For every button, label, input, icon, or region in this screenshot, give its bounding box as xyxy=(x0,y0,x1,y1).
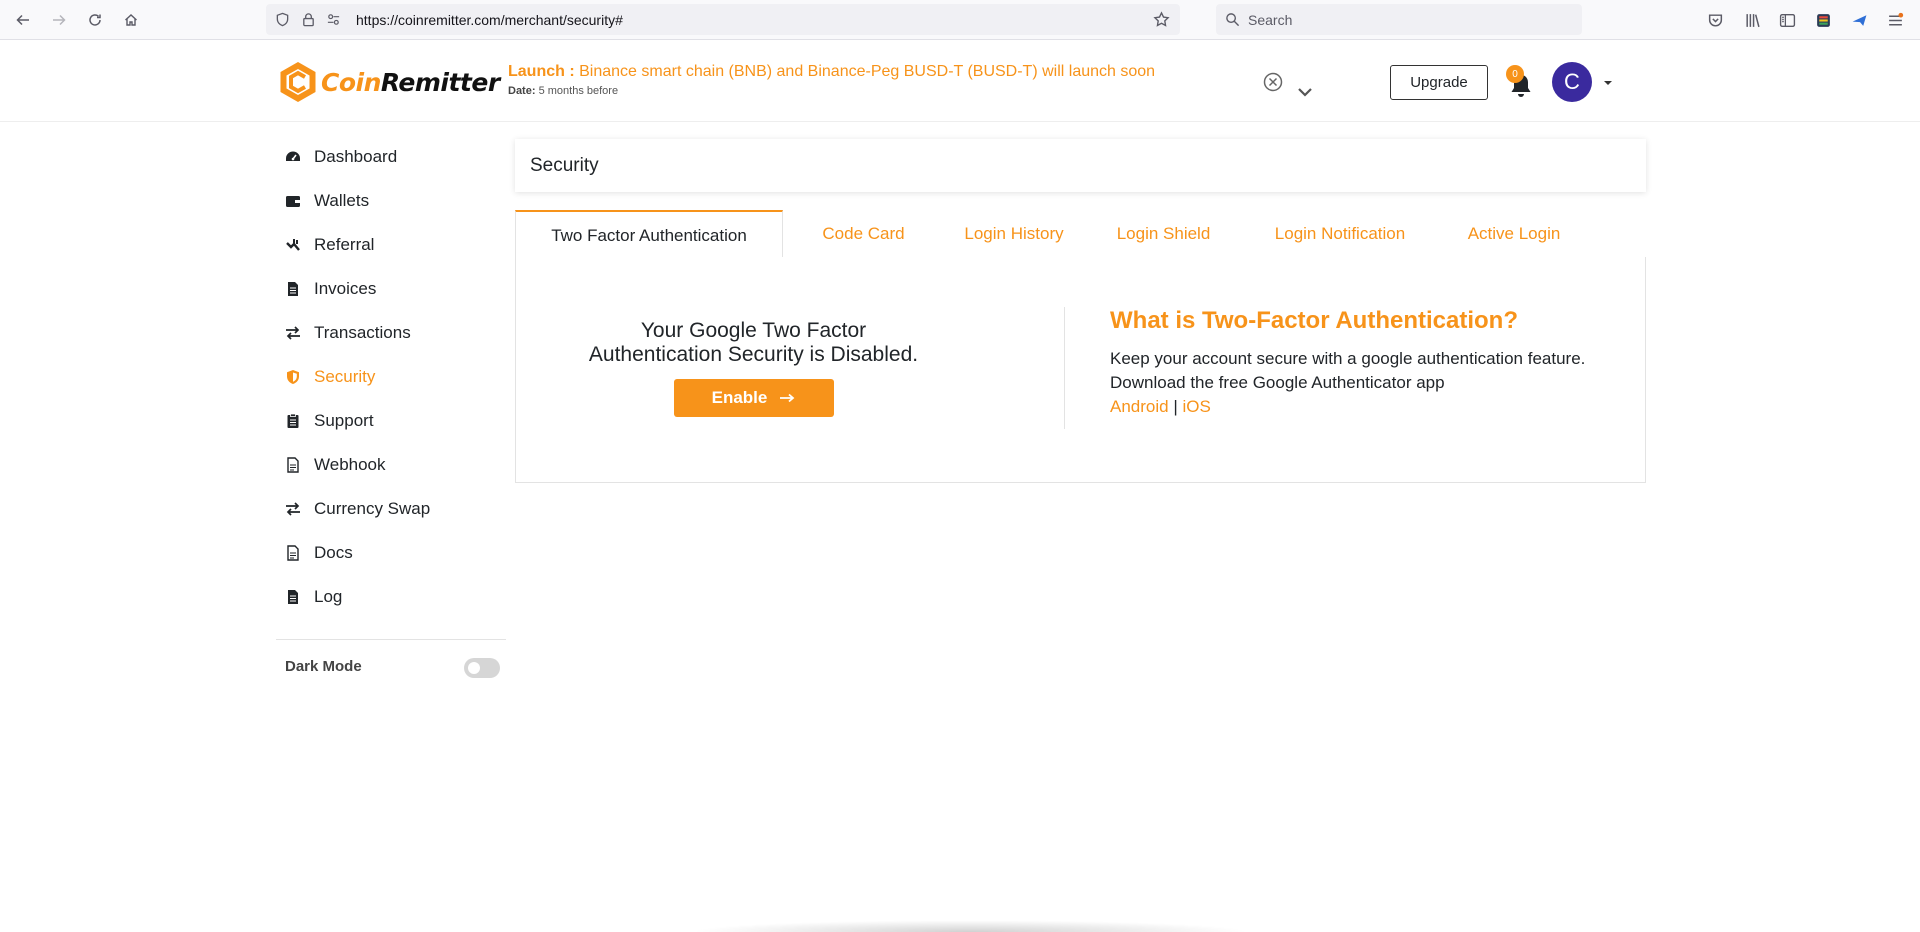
logo-hexagon-icon xyxy=(280,62,316,102)
sidebar-item-label: Webhook xyxy=(314,455,386,474)
announcement-prefix: Launch : xyxy=(508,63,575,80)
webhook-icon xyxy=(276,457,302,473)
permissions-icon[interactable] xyxy=(326,12,341,27)
two-factor-info: What is Two-Factor Authentication? Keep … xyxy=(1110,307,1610,419)
sidebar-item-dashboard[interactable]: Dashboard xyxy=(276,142,506,172)
sidebar-item-transactions[interactable]: Transactions xyxy=(276,318,506,348)
sidebar-divider xyxy=(276,639,506,640)
android-link[interactable]: Android xyxy=(1110,397,1169,416)
chevron-down-icon[interactable] xyxy=(1295,84,1315,100)
sidebar-item-webhook[interactable]: Webhook xyxy=(276,450,506,480)
referral-icon xyxy=(276,237,302,253)
search-placeholder: Search xyxy=(1248,12,1293,28)
notification-badge[interactable]: 0 xyxy=(1506,65,1524,83)
announcement-date-label: Date: xyxy=(508,85,536,97)
sidebar-item-label: Wallets xyxy=(314,191,370,210)
sidebar-toggle-icon[interactable] xyxy=(1777,10,1797,30)
link-separator: | xyxy=(1173,397,1178,416)
library-icon[interactable] xyxy=(1742,10,1762,30)
caret-down-icon[interactable] xyxy=(1603,79,1613,87)
panel-divider xyxy=(1064,307,1065,429)
log-icon xyxy=(276,589,302,605)
transactions-icon xyxy=(276,325,302,341)
upgrade-button[interactable]: Upgrade xyxy=(1390,65,1488,100)
logo-text-remitter: Remitter xyxy=(380,67,500,97)
sidebar-item-currency-swap[interactable]: Currency Swap xyxy=(276,494,506,524)
logo-text-coin: Coin xyxy=(321,67,381,97)
sidebar-item-label: Log xyxy=(314,587,343,606)
sidebar-item-security[interactable]: Security xyxy=(276,362,506,392)
page-title-card: Security xyxy=(515,139,1646,192)
back-icon[interactable] xyxy=(13,10,33,30)
search-icon xyxy=(1225,12,1240,27)
sidebar-item-log[interactable]: Log xyxy=(276,582,506,612)
coinremitter-logo[interactable]: CoinRemitter xyxy=(278,61,500,103)
two-factor-status: Your Google Two Factor Authentication Se… xyxy=(576,319,931,417)
dashboard-icon xyxy=(276,149,302,165)
sidebar-item-support[interactable]: Support xyxy=(276,406,506,436)
tab-active-login[interactable]: Active Login xyxy=(1445,210,1583,258)
tab-two-factor-authentication[interactable]: Two Factor Authentication xyxy=(515,210,783,259)
tab-login-notification[interactable]: Login Notification xyxy=(1239,210,1441,258)
page-title: Security xyxy=(530,155,599,176)
wallet-icon xyxy=(276,193,302,209)
app-links: Android | iOS xyxy=(1110,395,1610,419)
enable-button[interactable]: Enable xyxy=(673,379,834,417)
sidebar-item-label: Dashboard xyxy=(314,147,398,166)
site-header: CoinRemitter Launch : Binance smart chai… xyxy=(0,41,1920,122)
tracking-shield-icon[interactable] xyxy=(275,12,290,27)
tab-code-card[interactable]: Code Card xyxy=(791,210,936,258)
two-factor-panel: Your Google Two Factor Authentication Se… xyxy=(515,257,1646,483)
sidebar-item-referral[interactable]: Referral xyxy=(276,230,506,260)
sidebar-item-label: Currency Swap xyxy=(314,499,431,518)
close-announcement-icon[interactable] xyxy=(1262,71,1284,93)
sidebar-item-label: Docs xyxy=(314,543,353,562)
home-icon[interactable] xyxy=(121,10,141,30)
forward-icon[interactable] xyxy=(49,10,69,30)
avatar[interactable]: C xyxy=(1552,62,1592,102)
tab-login-shield[interactable]: Login Shield xyxy=(1093,210,1234,258)
swap-icon xyxy=(276,501,302,517)
reload-icon[interactable] xyxy=(85,10,105,30)
browser-search-bar[interactable]: Search xyxy=(1216,4,1582,35)
info-title: What is Two-Factor Authentication? xyxy=(1110,307,1518,334)
two-factor-status-text: Your Google Two Factor Authentication Se… xyxy=(588,319,919,366)
enable-button-label: Enable xyxy=(711,388,768,407)
announcement-date: 5 months before xyxy=(538,85,619,97)
bookmark-star-icon[interactable] xyxy=(1153,11,1170,28)
url-text[interactable]: https://coinremitter.com/merchant/securi… xyxy=(356,12,623,28)
docs-icon xyxy=(276,545,302,561)
dark-mode-toggle[interactable] xyxy=(464,658,500,678)
menu-icon[interactable] xyxy=(1885,10,1905,30)
arrow-right-icon xyxy=(780,393,795,403)
pocket-icon[interactable] xyxy=(1705,10,1725,30)
sidebar-item-wallets[interactable]: Wallets xyxy=(276,186,506,216)
ios-link[interactable]: iOS xyxy=(1183,397,1211,416)
info-text: Keep your account secure with a google a… xyxy=(1110,349,1586,392)
dark-mode-row: Dark Mode xyxy=(285,654,500,678)
security-tabs: Two Factor Authentication Code Card Logi… xyxy=(515,210,1646,259)
support-icon xyxy=(276,413,302,429)
lock-icon[interactable] xyxy=(301,12,316,27)
announcement-text: Binance smart chain (BNB) and Binance-Pe… xyxy=(579,63,1156,80)
sidebar-item-label: Invoices xyxy=(314,279,377,298)
announcement: Launch : Binance smart chain (BNB) and B… xyxy=(508,63,1155,97)
bottom-shadow xyxy=(690,920,1250,932)
sidebar-item-invoices[interactable]: Invoices xyxy=(276,274,506,304)
sidebar-item-docs[interactable]: Docs xyxy=(276,538,506,568)
sidebar-item-label: Support xyxy=(314,411,374,430)
url-bar[interactable]: https://coinremitter.com/merchant/securi… xyxy=(266,4,1180,35)
invoice-icon xyxy=(276,281,302,297)
extension-plane-icon[interactable] xyxy=(1849,10,1869,30)
sidebar-item-label: Referral xyxy=(314,235,375,254)
extension-icon[interactable] xyxy=(1813,10,1833,30)
toggle-knob xyxy=(468,662,480,674)
browser-toolbar: https://coinremitter.com/merchant/securi… xyxy=(0,0,1920,40)
dark-mode-label: Dark Mode xyxy=(285,657,362,675)
sidebar-item-label: Security xyxy=(314,367,376,386)
shield-icon xyxy=(276,369,302,385)
sidebar-item-label: Transactions xyxy=(314,323,411,342)
tab-login-history[interactable]: Login History xyxy=(939,210,1089,258)
